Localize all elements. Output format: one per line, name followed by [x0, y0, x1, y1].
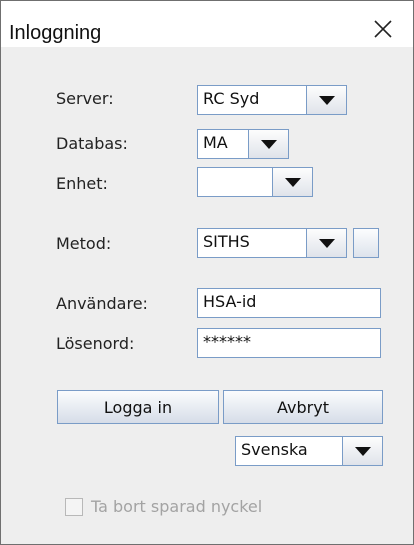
- chevron-down-icon: [354, 446, 371, 456]
- chevron-down-icon: [260, 139, 277, 149]
- server-select[interactable]: RC Syd: [197, 85, 347, 115]
- server-value: RC Syd: [197, 85, 307, 115]
- remove-saved-key-label: Ta bort sparad nyckel: [91, 497, 263, 516]
- title-bar: Inloggning: [1, 1, 413, 47]
- method-label: Metod:: [56, 234, 112, 253]
- chevron-down-icon: [318, 95, 335, 105]
- unit-select[interactable]: [197, 167, 313, 197]
- language-value: Svenska: [235, 436, 343, 466]
- user-label: Användare:: [56, 294, 148, 313]
- method-select[interactable]: SITHS: [197, 228, 347, 258]
- server-dropdown-button[interactable]: [307, 85, 347, 115]
- remove-saved-key-row: Ta bort sparad nyckel: [65, 497, 262, 516]
- password-input[interactable]: ******: [197, 328, 381, 358]
- chevron-down-icon: [318, 238, 335, 248]
- database-select[interactable]: MA: [197, 129, 289, 159]
- method-dropdown-button[interactable]: [307, 228, 347, 258]
- user-input[interactable]: HSA-id: [197, 288, 381, 318]
- close-button[interactable]: [363, 14, 405, 46]
- login-dialog: Inloggning Server: RC Syd Databas: MA En…: [0, 0, 414, 545]
- language-select[interactable]: Svenska: [235, 436, 383, 466]
- login-button[interactable]: Logga in: [57, 390, 219, 424]
- chevron-down-icon: [284, 177, 301, 187]
- close-icon: [374, 20, 392, 38]
- database-value: MA: [197, 129, 249, 159]
- password-label: Lösenord:: [56, 334, 135, 353]
- unit-label: Enhet:: [56, 174, 108, 193]
- remove-saved-key-checkbox[interactable]: [65, 497, 83, 516]
- language-dropdown-button[interactable]: [343, 436, 383, 466]
- method-settings-button[interactable]: [353, 228, 379, 258]
- window-title: Inloggning: [9, 22, 102, 44]
- unit-value: [197, 167, 273, 197]
- cancel-button[interactable]: Avbryt: [223, 390, 383, 424]
- database-label: Databas:: [56, 134, 128, 153]
- database-dropdown-button[interactable]: [249, 129, 289, 159]
- login-form: Server: RC Syd Databas: MA Enhet: Metod:: [1, 47, 413, 544]
- unit-dropdown-button[interactable]: [273, 167, 313, 197]
- server-label: Server:: [56, 89, 114, 108]
- method-value: SITHS: [197, 228, 307, 258]
